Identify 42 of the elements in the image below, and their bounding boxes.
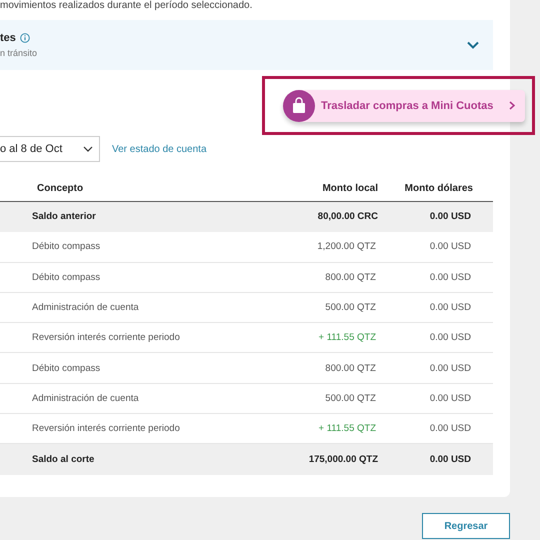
usd-amount-cell-text: 0.00 USD bbox=[428, 454, 472, 465]
local-amount-cell-text: + 111.55 QTZ bbox=[318, 423, 377, 434]
concept-cell-text: Reversión interés corriente periodo bbox=[32, 332, 181, 344]
chevron-icon[interactable] bbox=[467, 41, 479, 49]
usd-amount-cell-text: 0.00 USD bbox=[428, 423, 472, 434]
concept-cell-text: Saldo anterior bbox=[32, 211, 97, 222]
statement-link[interactable]: Ver estado de cuenta bbox=[112, 144, 207, 154]
concept-cell-text: Débito compass bbox=[32, 241, 102, 252]
pending-panel[interactable]: tes n tránsito bbox=[0, 20, 493, 70]
usd-amount-cell-text: 0.00 USD bbox=[428, 302, 472, 314]
column-header: Monto dólares bbox=[404, 183, 473, 194]
column-header: Monto local bbox=[321, 183, 378, 194]
panel-subtitle: n tránsito bbox=[0, 48, 38, 58]
concept-cell-text: Reversión interés corriente periodo bbox=[32, 423, 181, 434]
concept-cell-text: Saldo al corte bbox=[32, 454, 96, 465]
column-header: Concepto bbox=[36, 183, 84, 194]
local-amount-cell-text: 175,000.00 QTZ bbox=[308, 454, 378, 465]
mini-cuotas-button[interactable]: Trasladar compras a Mini Cuotas bbox=[283, 90, 525, 122]
description-text: movimientos realizados durante el período seleccionado. bbox=[0, 0, 254, 12]
concept-cell-text: Débito compass bbox=[32, 272, 102, 283]
concept-cell-text: Administración de cuenta bbox=[32, 392, 140, 404]
period-dropdown[interactable]: o al 8 de Oct bbox=[0, 136, 100, 162]
usd-amount-cell-text: 0.00 USD bbox=[428, 332, 472, 344]
usd-amount-cell-text: 0.00 USD bbox=[428, 362, 472, 374]
back-button[interactable]: Regresar bbox=[422, 513, 510, 539]
local-amount-cell-text: 500.00 QTZ bbox=[324, 302, 377, 314]
local-amount-cell-text: + 111.55 QTZ bbox=[318, 332, 377, 344]
concept-cell-text: Débito compass bbox=[32, 362, 102, 374]
concept-cell-text: Administración de cuenta bbox=[32, 302, 140, 314]
caret-icon bbox=[83, 146, 93, 152]
local-amount-cell-text: 1,200.00 QTZ bbox=[316, 241, 377, 252]
chevron-right-icon bbox=[509, 101, 515, 110]
usd-amount-cell-text: 0.00 USD bbox=[428, 392, 472, 404]
usd-amount-cell-text: 0.00 USD bbox=[428, 211, 472, 222]
local-amount-cell-text: 800.00 QTZ bbox=[324, 272, 377, 283]
local-amount-cell-text: 500.00 QTZ bbox=[324, 392, 377, 404]
local-amount-cell-text: 800.00 QTZ bbox=[324, 362, 377, 374]
usd-amount-cell-text: 0.00 USD bbox=[428, 241, 472, 252]
info-icon[interactable] bbox=[20, 33, 30, 43]
local-amount-cell-text: 80,00.00 CRC bbox=[316, 211, 378, 222]
panel-title: tes bbox=[0, 32, 16, 44]
usd-amount-cell-text: 0.00 USD bbox=[428, 272, 472, 283]
